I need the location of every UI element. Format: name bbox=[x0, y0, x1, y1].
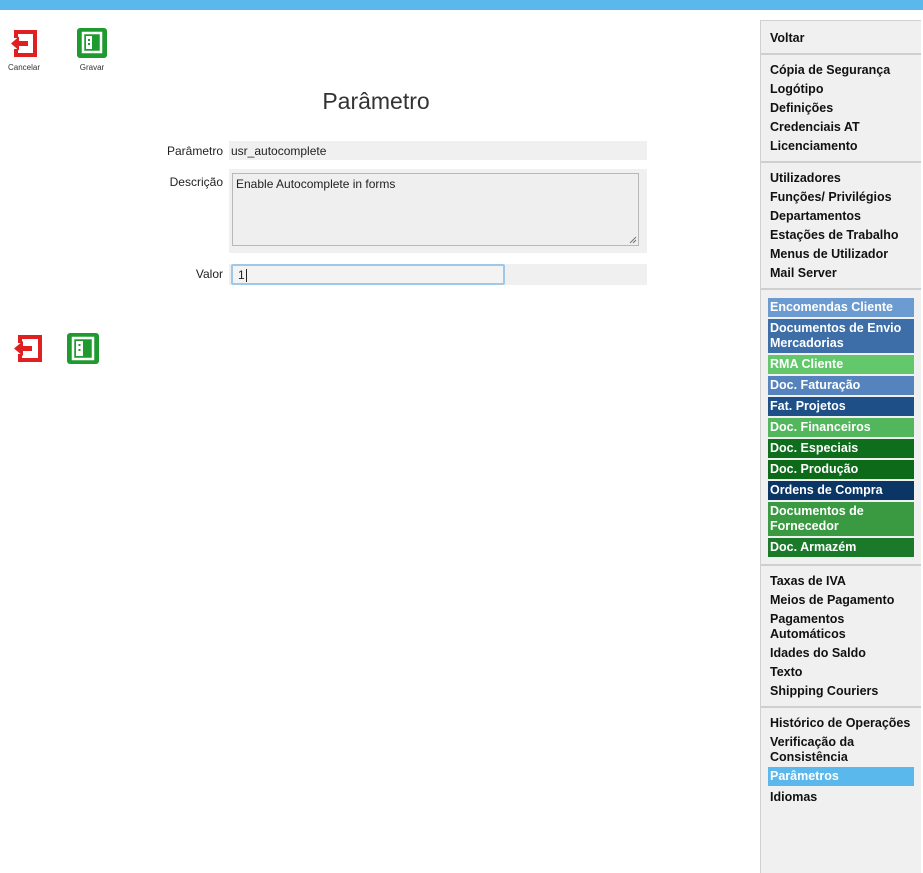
sidebar-group-finance: Taxas de IVA Meios de Pagamento Pagament… bbox=[761, 566, 921, 708]
top-bar bbox=[0, 0, 923, 10]
sidebar-item-estacoes-trabalho[interactable]: Estações de Trabalho bbox=[761, 226, 921, 245]
sidebar-item-fat-projetos[interactable]: Fat. Projetos bbox=[768, 397, 914, 416]
sidebar-item-meios-pagamento[interactable]: Meios de Pagamento bbox=[761, 591, 921, 610]
sidebar-item-taxas-iva[interactable]: Taxas de IVA bbox=[761, 572, 921, 591]
sidebar-item-idades-saldo[interactable]: Idades do Saldo bbox=[761, 644, 921, 663]
sidebar-item-logotipo[interactable]: Logótipo bbox=[761, 80, 921, 99]
save-icon bbox=[77, 28, 107, 58]
sidebar-group-users: Utilizadores Funções/ Privilégios Depart… bbox=[761, 163, 921, 290]
sidebar-item-licenciamento[interactable]: Licenciamento bbox=[761, 137, 921, 156]
resize-grip-icon[interactable] bbox=[629, 236, 637, 244]
exit-icon bbox=[11, 30, 37, 57]
save-button-bottom[interactable] bbox=[66, 332, 100, 365]
param-label: Parâmetro bbox=[166, 144, 223, 158]
save-label: Gravar bbox=[79, 63, 105, 72]
sidebar-item-funcoes-privilegios[interactable]: Funções/ Privilégios bbox=[761, 188, 921, 207]
desc-value: Enable Autocomplete in forms bbox=[236, 177, 396, 191]
sidebar-item-doc-armazem[interactable]: Doc. Armazém bbox=[768, 538, 914, 557]
cancel-button-bottom[interactable] bbox=[11, 332, 45, 365]
sidebar-item-definicoes[interactable]: Definições bbox=[761, 99, 921, 118]
sidebar-item-ordens-compra[interactable]: Ordens de Compra bbox=[768, 481, 914, 500]
valor-label: Valor bbox=[195, 267, 223, 281]
save-icon bbox=[67, 333, 99, 364]
sidebar-item-encomendas-cliente[interactable]: Encomendas Cliente bbox=[768, 298, 914, 317]
sidebar-item-idiomas[interactable]: Idiomas bbox=[761, 788, 921, 807]
sidebar-item-doc-faturacao[interactable]: Doc. Faturação bbox=[768, 376, 914, 395]
cancel-button[interactable]: Cancelar bbox=[8, 27, 40, 72]
param-value: usr_autocomplete bbox=[231, 144, 327, 158]
sidebar-item-historico-operacoes[interactable]: Histórico de Operações bbox=[761, 714, 921, 733]
sidebar-group-tools: Histórico de Operações Verificação da Co… bbox=[761, 708, 921, 812]
description-textarea[interactable]: Enable Autocomplete in forms bbox=[232, 173, 639, 246]
sidebar-item-copia-seguranca[interactable]: Cópia de Segurança bbox=[761, 61, 921, 80]
sidebar-item-doc-producao[interactable]: Doc. Produção bbox=[768, 460, 914, 479]
sidebar-group-documents: Encomendas Cliente Documentos de Envio M… bbox=[761, 290, 921, 566]
sidebar-item-menus-utilizador[interactable]: Menus de Utilizador bbox=[761, 245, 921, 264]
sidebar-item-parametros[interactable]: Parâmetros bbox=[768, 767, 914, 786]
valor-input[interactable]: 1 bbox=[231, 264, 505, 285]
exit-icon bbox=[14, 335, 42, 362]
cancel-label: Cancelar bbox=[8, 63, 41, 72]
sidebar-item-rma-cliente[interactable]: RMA Cliente bbox=[768, 355, 914, 374]
save-button[interactable]: Gravar bbox=[72, 27, 112, 72]
sidebar-item-pagamentos-automaticos[interactable]: Pagamentos Automáticos bbox=[761, 610, 921, 644]
sidebar-menu: Voltar Cópia de Segurança Logótipo Defin… bbox=[760, 20, 921, 873]
sidebar-group-system: Cópia de Segurança Logótipo Definições C… bbox=[761, 55, 921, 163]
valor-value: 1 bbox=[238, 268, 245, 282]
sidebar-item-doc-especiais[interactable]: Doc. Especiais bbox=[768, 439, 914, 458]
sidebar-item-documentos-envio[interactable]: Documentos de Envio Mercadorias bbox=[768, 319, 914, 353]
sidebar-item-shipping-couriers[interactable]: Shipping Couriers bbox=[761, 682, 921, 701]
sidebar-item-doc-financeiros[interactable]: Doc. Financeiros bbox=[768, 418, 914, 437]
sidebar-item-utilizadores[interactable]: Utilizadores bbox=[761, 169, 921, 188]
sidebar-item-verificacao-consistencia[interactable]: Verificação da Consistência bbox=[761, 733, 921, 767]
sidebar-item-credenciais-at[interactable]: Credenciais AT bbox=[761, 118, 921, 137]
sidebar-item-texto[interactable]: Texto bbox=[761, 663, 921, 682]
sidebar-item-voltar[interactable]: Voltar bbox=[761, 29, 921, 48]
sidebar-item-documentos-fornecedor[interactable]: Documentos de Fornecedor bbox=[768, 502, 914, 536]
sidebar-group-navigation: Voltar bbox=[761, 21, 921, 55]
desc-label: Descrição bbox=[169, 175, 223, 189]
sidebar-item-departamentos[interactable]: Departamentos bbox=[761, 207, 921, 226]
sidebar-item-mail-server[interactable]: Mail Server bbox=[761, 264, 921, 283]
text-caret bbox=[245, 269, 247, 283]
param-field: usr_autocomplete bbox=[229, 141, 647, 160]
page-title: Parâmetro bbox=[322, 88, 430, 114]
